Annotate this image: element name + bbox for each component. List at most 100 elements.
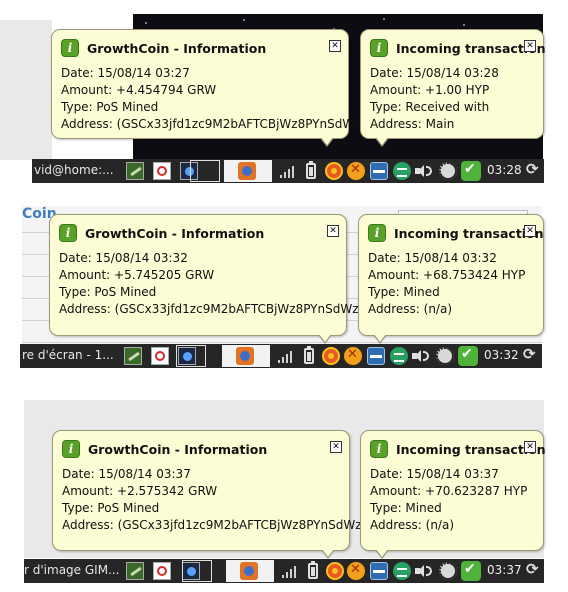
- signal-icon[interactable]: [280, 166, 294, 178]
- clock[interactable]: 03:37: [487, 563, 522, 577]
- notification-date: Date: 15/08/14 03:32: [368, 251, 497, 265]
- screen-3: i GrowthCoin - Information ✕ Date: 15/08/…: [0, 398, 568, 592]
- inkscape-icon[interactable]: [126, 162, 144, 180]
- growthcoin-notification[interactable]: i GrowthCoin - Information ✕ Date: 15/08/…: [51, 29, 380, 147]
- taskbar-window-label[interactable]: r d'image GIM...: [24, 563, 120, 577]
- hyp-tray-icon[interactable]: [370, 562, 388, 580]
- battery-icon[interactable]: [308, 561, 318, 579]
- notification-address: Address: (GSCx33jfd1zc9M2bAFTCBjWz8PYnSd…: [59, 302, 379, 316]
- x-tray-icon[interactable]: [344, 347, 362, 365]
- notification-address: Address: (n/a): [370, 518, 455, 532]
- notification-date: Date: 15/08/14 03:32: [59, 251, 188, 265]
- task-thumbnail[interactable]: [182, 560, 212, 582]
- growthcoin-tray-icon[interactable]: [325, 162, 343, 180]
- window-edge: [0, 20, 52, 160]
- notification-type: Type: PoS Mined: [62, 501, 160, 515]
- notification-title: GrowthCoin - Information: [87, 40, 267, 56]
- hyp-notification[interactable]: i Incoming transaction ✕ Date: 15/08/14 0…: [358, 214, 544, 344]
- inkscape-icon[interactable]: [124, 347, 142, 365]
- notification-amount: Amount: +5.745205 GRW: [59, 268, 215, 282]
- clock[interactable]: 03:28: [487, 163, 522, 177]
- power-icon[interactable]: [523, 345, 537, 363]
- growthcoin-notification[interactable]: i GrowthCoin - Information ✕ Date: 15/08/…: [49, 214, 378, 344]
- check-icon[interactable]: [461, 561, 481, 581]
- green-tray-icon[interactable]: [393, 162, 411, 180]
- info-icon: i: [370, 39, 388, 57]
- check-icon[interactable]: [458, 346, 478, 366]
- notification-type: Type: Mined: [368, 285, 440, 299]
- speaker-icon[interactable]: [412, 349, 430, 363]
- hyp-notification[interactable]: i Incoming transaction ✕ Date: 15/08/14 0…: [360, 430, 546, 559]
- inkscape-icon[interactable]: [126, 562, 144, 580]
- power-icon[interactable]: [526, 560, 540, 578]
- no-sign-icon[interactable]: [153, 562, 171, 580]
- screen-2: Coin i GrowthCoin - Information ✕ Date: 1…: [0, 198, 568, 376]
- notification-title: GrowthCoin - Information: [88, 441, 268, 457]
- notification-title: GrowthCoin - Information: [85, 225, 265, 241]
- task-thumbnail[interactable]: [176, 345, 206, 367]
- notification-title: Incoming transaction: [394, 225, 544, 241]
- info-icon: i: [61, 39, 79, 57]
- hyp-tray-icon[interactable]: [367, 347, 385, 365]
- close-icon[interactable]: ✕: [524, 441, 536, 453]
- notification-date: Date: 15/08/14 03:37: [370, 467, 499, 481]
- taskbar-window-label[interactable]: vid@home:...: [34, 163, 114, 177]
- hyp-tray-icon[interactable]: [370, 162, 388, 180]
- signal-icon[interactable]: [278, 351, 292, 363]
- x-tray-icon[interactable]: [347, 562, 365, 580]
- notification-date: Date: 15/08/14 03:37: [62, 467, 191, 481]
- growthcoin-tray-icon[interactable]: [326, 562, 344, 580]
- taskbar: vid@home:... 03:28: [32, 158, 544, 183]
- close-icon[interactable]: ✕: [329, 40, 341, 52]
- close-icon[interactable]: ✕: [330, 441, 342, 453]
- notification-amount: Amount: +68.753424 HYP: [368, 268, 526, 282]
- close-icon[interactable]: ✕: [524, 225, 536, 237]
- info-icon: i: [59, 224, 77, 242]
- firefox-icon[interactable]: [238, 162, 256, 180]
- notification-date: Date: 15/08/14 03:27: [61, 66, 190, 80]
- growthcoin-notification[interactable]: i GrowthCoin - Information ✕ Date: 15/08/…: [52, 430, 381, 559]
- screen-1: i GrowthCoin - Information ✕ Date: 15/08/…: [0, 0, 568, 190]
- battery-icon[interactable]: [306, 161, 316, 179]
- green-tray-icon[interactable]: [393, 562, 411, 580]
- notification-amount: Amount: +1.00 HYP: [370, 83, 490, 97]
- taskbar: re d'écran - 1... 03:32: [20, 343, 542, 368]
- speaker-icon[interactable]: [415, 564, 433, 578]
- check-icon[interactable]: [461, 161, 481, 181]
- notification-amount: Amount: +70.623287 HYP: [370, 484, 528, 498]
- no-sign-icon[interactable]: [153, 162, 171, 180]
- notification-date: Date: 15/08/14 03:28: [370, 66, 499, 80]
- growthcoin-tray-icon[interactable]: [322, 347, 340, 365]
- hyp-notification[interactable]: i Incoming transaction ✕ Date: 15/08/14 0…: [360, 29, 546, 147]
- power-icon[interactable]: [526, 160, 540, 178]
- no-sign-icon[interactable]: [151, 347, 169, 365]
- notification-address: Address: (n/a): [368, 302, 453, 316]
- notification-address: Address: Main: [370, 117, 455, 131]
- notification-amount: Amount: +4.454794 GRW: [61, 83, 217, 97]
- taskbar: r d'image GIM... 03:37: [24, 558, 544, 583]
- clock[interactable]: 03:32: [484, 348, 519, 362]
- firefox-icon[interactable]: [240, 562, 258, 580]
- speaker-icon[interactable]: [415, 164, 433, 178]
- notification-address: Address: (GSCx33jfd1zc9M2bAFTCBjWz8PYnSd…: [61, 117, 381, 131]
- notification-type: Type: Received with: [370, 100, 490, 114]
- gear-icon[interactable]: [438, 558, 457, 582]
- task-thumbnail[interactable]: [190, 160, 220, 182]
- notification-amount: Amount: +2.575342 GRW: [62, 484, 218, 498]
- gear-icon[interactable]: [438, 158, 457, 182]
- gear-icon[interactable]: [435, 343, 454, 367]
- taskbar-window-label[interactable]: re d'écran - 1...: [22, 348, 114, 362]
- signal-icon[interactable]: [282, 566, 296, 578]
- green-tray-icon[interactable]: [390, 347, 408, 365]
- close-icon[interactable]: ✕: [327, 225, 339, 237]
- info-icon: i: [368, 224, 386, 242]
- firefox-icon[interactable]: [236, 347, 254, 365]
- notification-type: Type: Mined: [370, 501, 442, 515]
- notification-type: Type: PoS Mined: [61, 100, 159, 114]
- close-icon[interactable]: ✕: [524, 40, 536, 52]
- info-icon: i: [370, 440, 388, 458]
- notification-address: Address: (GSCx33jfd1zc9M2bAFTCBjWz8PYnSd…: [62, 518, 382, 532]
- notification-type: Type: PoS Mined: [59, 285, 157, 299]
- x-tray-icon[interactable]: [347, 162, 365, 180]
- battery-icon[interactable]: [304, 346, 314, 364]
